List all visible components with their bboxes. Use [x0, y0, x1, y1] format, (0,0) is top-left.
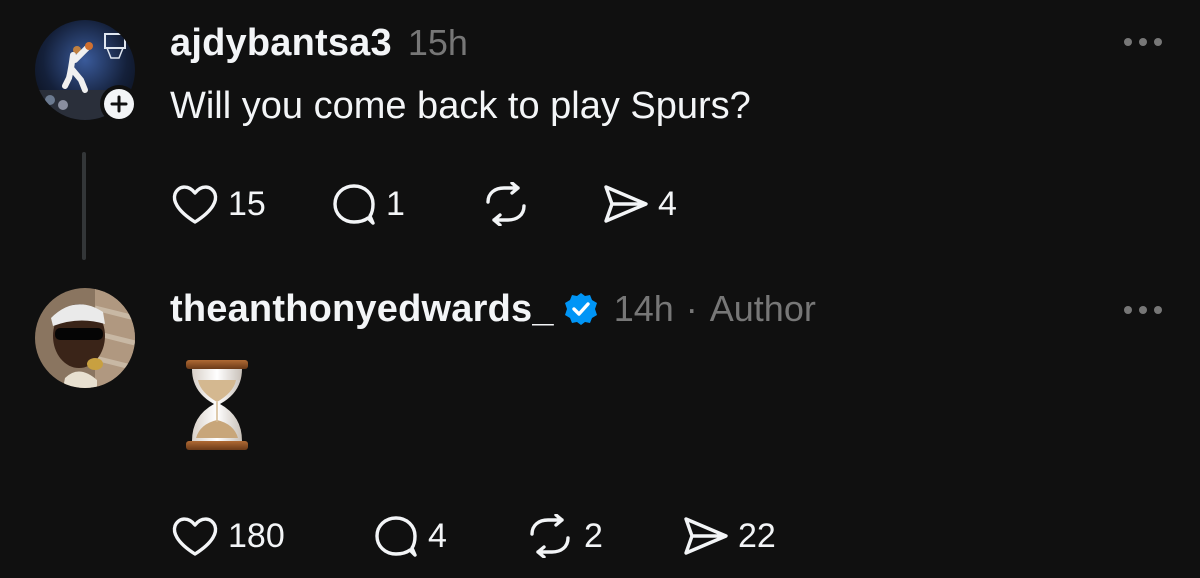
repost-button[interactable]: 2: [524, 514, 680, 558]
share-icon: [684, 517, 728, 555]
like-button[interactable]: 15: [170, 182, 330, 226]
post-2: theanthonyedwards_ 14h · Author 180 4 2 …: [0, 270, 1200, 578]
timestamp: 14h: [613, 288, 674, 329]
share-button[interactable]: 4: [600, 182, 677, 226]
repost-icon: [486, 182, 526, 226]
post-header: ajdybantsa3 15h: [170, 20, 468, 66]
verified-icon: [564, 292, 598, 326]
repost-button[interactable]: [480, 182, 600, 226]
post-1: ajdybantsa3 15h Will you come back to pl…: [0, 0, 1200, 270]
plus-icon: [110, 95, 128, 113]
separator: ·: [685, 288, 698, 329]
avatar[interactable]: [35, 288, 135, 388]
hourglass-emoji: [184, 358, 250, 457]
username[interactable]: theanthonyedwards_: [170, 288, 554, 331]
author-label: Author: [709, 288, 816, 329]
action-bar: 15 1 4: [170, 182, 677, 226]
heart-icon: [172, 185, 218, 224]
like-button[interactable]: 180: [170, 514, 372, 558]
share-button[interactable]: 22: [680, 514, 776, 558]
reply-button[interactable]: 4: [372, 514, 524, 558]
more-icon[interactable]: [1124, 306, 1162, 314]
reply-icon: [375, 516, 417, 557]
reply-button[interactable]: 1: [330, 182, 480, 226]
share-icon: [604, 185, 648, 223]
reply-count: 4: [428, 516, 447, 555]
share-count: 4: [658, 184, 677, 223]
more-icon[interactable]: [1124, 38, 1162, 46]
post-header: theanthonyedwards_ 14h · Author: [170, 286, 816, 332]
share-count: 22: [738, 516, 776, 555]
repost-icon: [530, 514, 570, 558]
follow-button[interactable]: [100, 85, 138, 123]
username[interactable]: ajdybantsa3: [170, 22, 392, 65]
timestamp: 15h: [407, 22, 468, 63]
repost-count: 2: [584, 516, 603, 555]
reply-icon: [333, 184, 375, 225]
post-text: Will you come back to play Spurs?: [170, 85, 751, 127]
like-count: 180: [228, 516, 285, 555]
reply-count: 1: [386, 184, 405, 223]
thread-line: [82, 152, 86, 260]
like-count: 15: [228, 184, 266, 223]
action-bar: 180 4 2 22: [170, 514, 776, 558]
heart-icon: [172, 517, 218, 556]
